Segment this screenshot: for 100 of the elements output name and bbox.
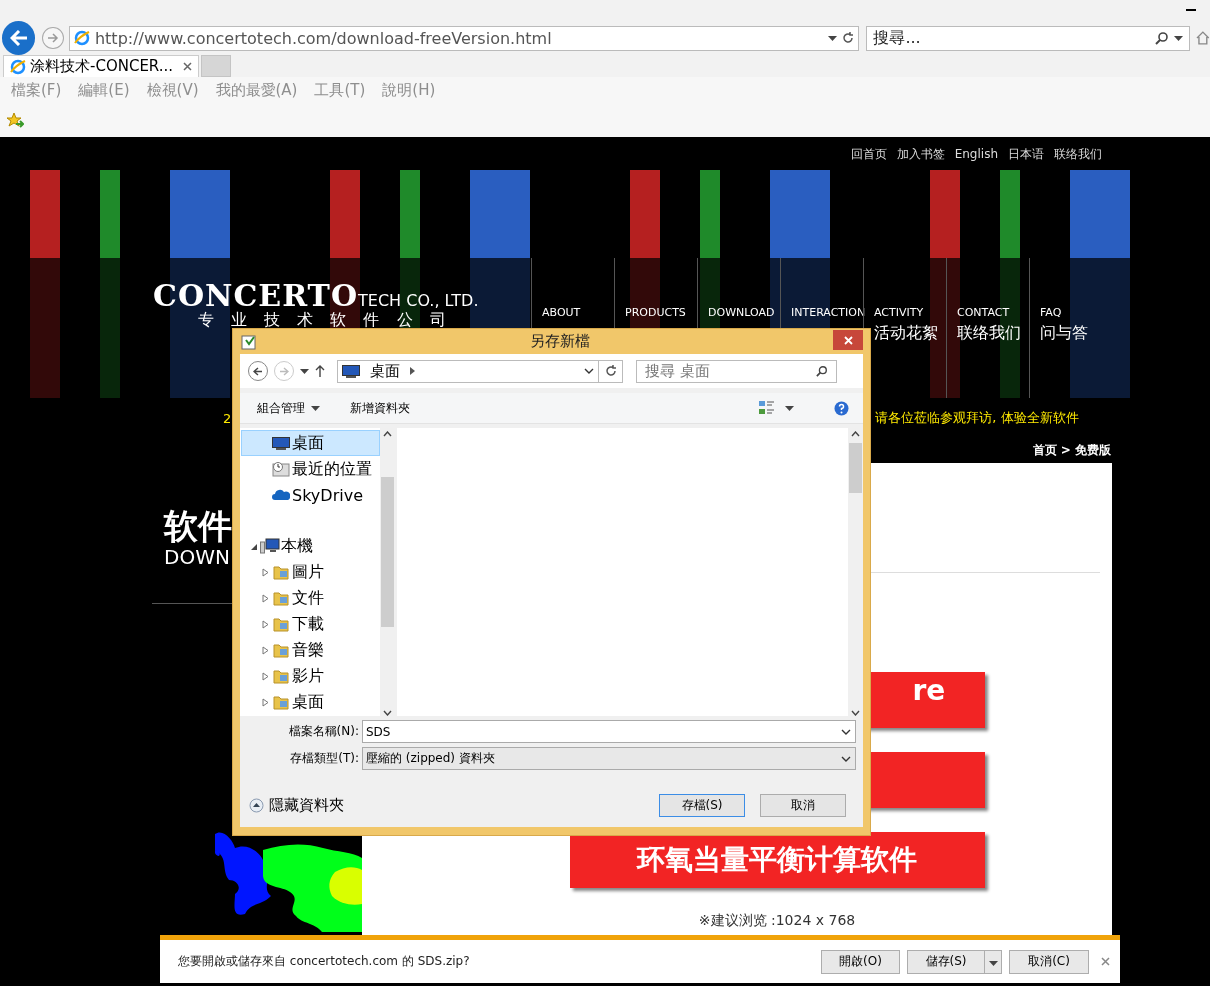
nav-link[interactable]: FAQ (1040, 306, 1112, 319)
caret-icon (988, 960, 998, 966)
top-link[interactable]: 联络我们 (1054, 145, 1102, 163)
download-bar-button[interactable]: 儲存(S) (907, 949, 985, 974)
chevron-down-icon (841, 755, 851, 762)
scrollbar-thumb[interactable] (849, 443, 862, 493)
collapsed-arrow-icon[interactable] (262, 645, 269, 655)
back-button[interactable] (2, 21, 36, 55)
caret-icon (311, 405, 320, 411)
help-icon[interactable] (834, 400, 849, 416)
tree-item[interactable]: 桌面 (241, 430, 380, 456)
dropdown-icon (1174, 35, 1184, 41)
folder-icon (272, 616, 289, 632)
folder-icon (272, 642, 289, 658)
field-label: 存檔類型(T): (289, 750, 360, 767)
resolution-note: ※建议浏览 :1024 x 768 (698, 912, 856, 930)
new-folder-button[interactable]: 新增資料夾 (350, 399, 410, 417)
close-icon[interactable] (183, 62, 192, 71)
tree-item[interactable]: 最近的位置 (241, 456, 380, 482)
arrow-up-icon[interactable] (315, 365, 325, 377)
forward-button[interactable] (42, 27, 64, 49)
tree-item[interactable]: 桌面 (241, 689, 380, 715)
tree-item[interactable]: SkyDrive (241, 482, 380, 508)
close-icon[interactable] (1101, 957, 1110, 966)
refresh-icon[interactable] (842, 32, 855, 44)
save-file-icon (241, 333, 257, 350)
collapse-icon (249, 798, 264, 813)
tree-item[interactable]: 影片 (241, 663, 380, 689)
top-link[interactable]: 日本语 (1008, 145, 1044, 163)
collapsed-arrow-icon[interactable] (262, 671, 269, 681)
search-field[interactable]: 搜尋... (866, 25, 1191, 51)
download-bar-button[interactable]: 取消(C) (1009, 949, 1089, 974)
collapsed-arrow-icon[interactable] (262, 697, 269, 707)
arrow-right-icon (47, 33, 60, 43)
chevron-down-icon[interactable] (383, 710, 392, 716)
chevron-right-icon (410, 367, 415, 375)
top-link[interactable]: English (954, 147, 998, 161)
cloud-icon (271, 489, 290, 501)
nav-link[interactable]: 联络我们 (957, 323, 1029, 344)
field-label: 檔案名稱(N): (287, 723, 360, 740)
folder-icon (272, 590, 289, 606)
dialog-button[interactable]: 存檔(S) (659, 794, 745, 817)
dialog-title: 另存新檔 (529, 332, 591, 351)
save-options-button[interactable] (985, 949, 1002, 974)
back-button[interactable] (248, 361, 268, 381)
caret-icon (785, 405, 794, 411)
organize-menu[interactable]: 組合管理 (257, 399, 320, 417)
tree-item[interactable]: 文件 (241, 585, 380, 611)
nav-link[interactable]: 问与答 (1040, 323, 1112, 344)
computer-icon (259, 538, 280, 554)
chevron-up-icon[interactable] (383, 431, 392, 437)
address-bar[interactable]: http://www.concertotech.com/download-freeVersion.html (68, 25, 860, 51)
nav-link[interactable]: CONTACT (957, 306, 1029, 319)
home-icon[interactable] (1196, 31, 1210, 45)
chevron-down-icon[interactable] (851, 710, 860, 716)
star-icon[interactable] (6, 112, 24, 129)
close-button[interactable] (833, 330, 863, 350)
collapsed-arrow-icon[interactable] (262, 619, 269, 629)
arrow-left-icon (253, 366, 263, 376)
scrollbar-thumb[interactable] (381, 477, 394, 627)
close-icon (843, 335, 853, 345)
view-options-icon[interactable] (758, 400, 775, 416)
nav-link[interactable]: DOWNLOAD (708, 306, 780, 319)
tree-item[interactable]: 下載 (241, 611, 380, 637)
file-type-select[interactable]: 壓縮的 (zipped) 資料夾 (362, 747, 856, 770)
tree-item[interactable]: 本機 (241, 533, 380, 559)
download-button[interactable]: 环氧当量平衡计算软件 (569, 832, 985, 888)
refresh-button[interactable] (599, 359, 623, 383)
file-name-field[interactable]: SDS (362, 720, 856, 743)
nav-link[interactable]: ABOUT (542, 306, 614, 319)
breadcrumb: 首页 > 免费版 (1032, 442, 1111, 459)
tree-item[interactable]: 圖片 (241, 559, 380, 585)
collapsed-arrow-icon[interactable] (262, 567, 269, 577)
collapsed-arrow-icon[interactable] (262, 593, 269, 603)
nav-link[interactable]: ACTIVITY (874, 306, 946, 319)
download-bar-button[interactable]: 開啟(O) (821, 949, 900, 974)
nav-link[interactable]: 活动花絮 (874, 323, 946, 344)
notice-text: 请各位莅临参观拜访, 体验全新软件 (875, 409, 1079, 427)
nav-link[interactable]: INTERACTION (791, 306, 863, 319)
chevron-up-icon[interactable] (851, 431, 860, 437)
logo-suffix: TECH CO., LTD. (358, 291, 479, 310)
minimize-icon[interactable] (1186, 9, 1196, 12)
chevron-down-icon (841, 728, 851, 735)
path-field[interactable]: 桌面 (337, 359, 599, 383)
dialog-button[interactable]: 取消 (760, 794, 846, 817)
chevron-down-icon (584, 368, 594, 374)
browser-logo-icon (10, 58, 26, 75)
hide-folders-button[interactable]: 隱藏資料夾 (249, 796, 344, 815)
refresh-icon (604, 365, 617, 377)
top-link[interactable]: 加入书签 (896, 145, 945, 163)
search-field[interactable]: 搜尋 桌面 (636, 359, 837, 383)
search-icon[interactable] (1155, 31, 1170, 45)
notice-text: 2 (223, 410, 232, 426)
folder-icon (272, 694, 289, 710)
top-link[interactable]: 回首页 (850, 145, 887, 163)
browser-tab[interactable]: 涂料技术-CONCER... (3, 55, 199, 77)
tree-item[interactable]: 音樂 (241, 637, 380, 663)
nav-link[interactable]: PRODUCTS (625, 306, 697, 319)
monitor-icon (342, 364, 360, 378)
folder-icon (272, 668, 289, 684)
